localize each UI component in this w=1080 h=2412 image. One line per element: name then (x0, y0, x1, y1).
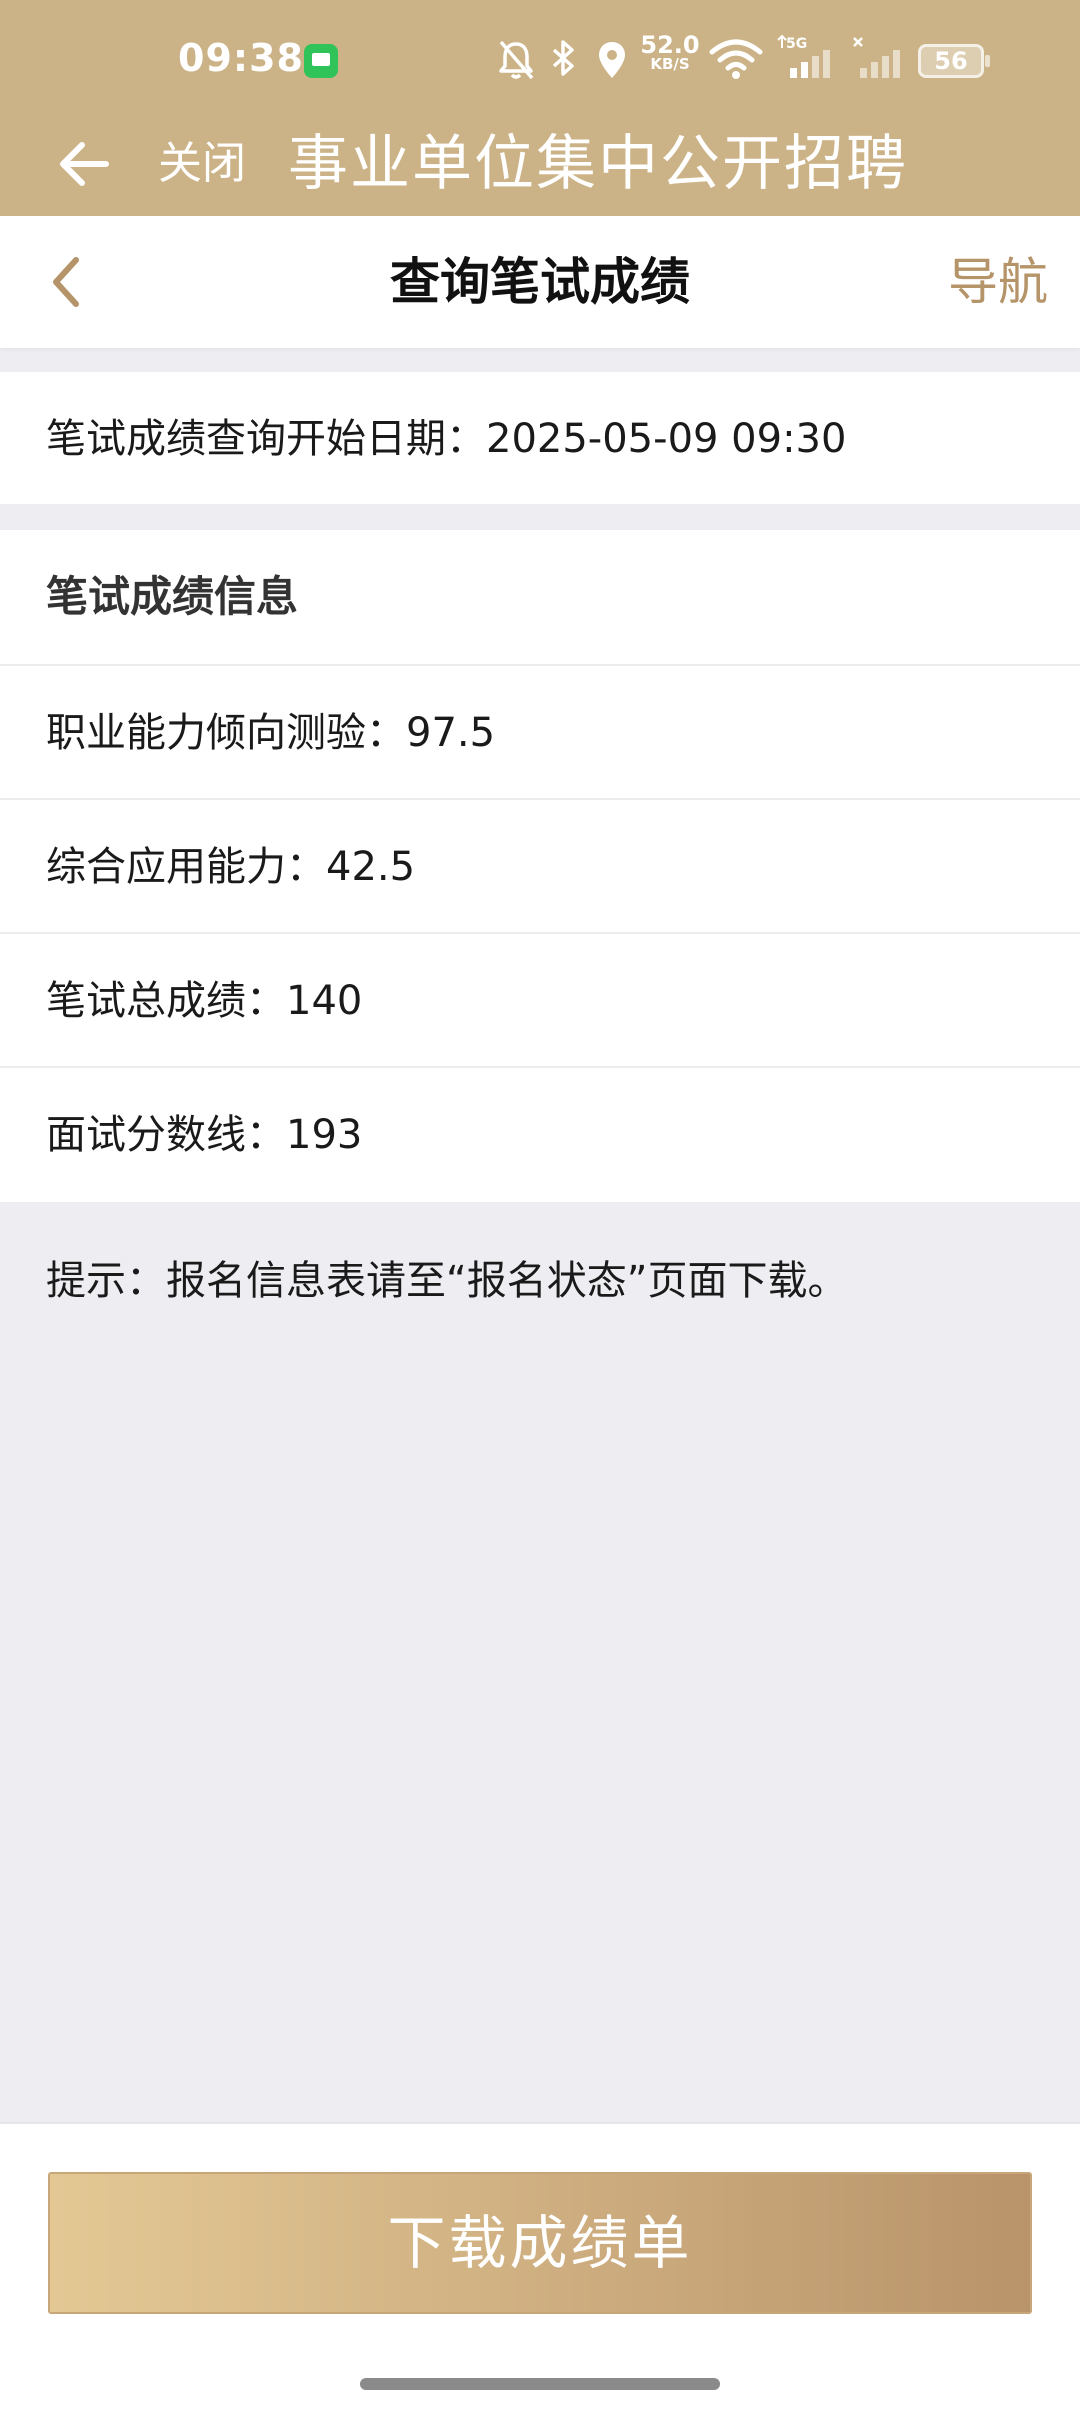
status-time: 09:38 (178, 36, 304, 80)
network-speed: 52.0 KB/S (640, 33, 700, 86)
signal-icon: 5G (776, 34, 840, 86)
guide-button[interactable]: 导航 (948, 216, 1048, 348)
score-label: 职业能力倾向测验： (46, 710, 406, 756)
score-info-card: 笔试成绩信息 职业能力倾向测验：97.5 综合应用能力：42.5 笔试总成绩：1… (0, 530, 1080, 1202)
page-nav-bar: 查询笔试成绩 导航 (0, 216, 1080, 348)
score-label: 面试分数线： (46, 1112, 286, 1158)
signal-icon-no-service (852, 34, 906, 86)
status-bar: 09:38 52.0 KB/S 5G 56 (0, 0, 1080, 120)
query-date-card: 笔试成绩查询开始日期：2025-05-09 09:30 (0, 372, 1080, 504)
query-date-row: 笔试成绩查询开始日期：2025-05-09 09:30 (0, 372, 1080, 506)
svg-text:5G: 5G (786, 36, 807, 52)
app-title: 事业单位集中公开招聘 (288, 129, 908, 199)
score-label: 综合应用能力： (46, 844, 326, 890)
app-header: 关闭 事业单位集中公开招聘 (0, 120, 1080, 216)
bluetooth-icon (548, 34, 578, 86)
page-title: 查询笔试成绩 (390, 253, 690, 311)
score-value: 42.5 (326, 844, 416, 890)
score-value: 97.5 (406, 710, 496, 756)
back-arrow-icon[interactable] (54, 132, 118, 196)
mute-bell-icon (496, 34, 536, 86)
close-button[interactable]: 关闭 (158, 132, 246, 196)
wifi-icon (708, 34, 764, 86)
message-icon (304, 44, 338, 78)
score-row: 职业能力倾向测验：97.5 (0, 664, 1080, 798)
score-value: 193 (286, 1112, 363, 1158)
home-indicator[interactable] (360, 2378, 720, 2390)
score-row: 综合应用能力：42.5 (0, 798, 1080, 932)
score-label: 笔试总成绩： (46, 978, 286, 1024)
score-row: 面试分数线：193 (0, 1066, 1080, 1200)
chevron-left-icon[interactable] (44, 252, 88, 312)
section-title: 笔试成绩信息 (46, 572, 299, 621)
query-date-value: 2025-05-09 09:30 (486, 416, 847, 462)
download-transcript-button[interactable]: 下载成绩单 (48, 2172, 1032, 2314)
tip-text: 提示：报名信息表请至“报名状态”页面下载。 (46, 1258, 848, 1304)
battery-icon: 56 (918, 44, 990, 78)
location-icon (594, 34, 630, 86)
score-row: 笔试总成绩：140 (0, 932, 1080, 1066)
score-value: 140 (286, 978, 363, 1024)
query-date-label: 笔试成绩查询开始日期： (46, 416, 486, 462)
